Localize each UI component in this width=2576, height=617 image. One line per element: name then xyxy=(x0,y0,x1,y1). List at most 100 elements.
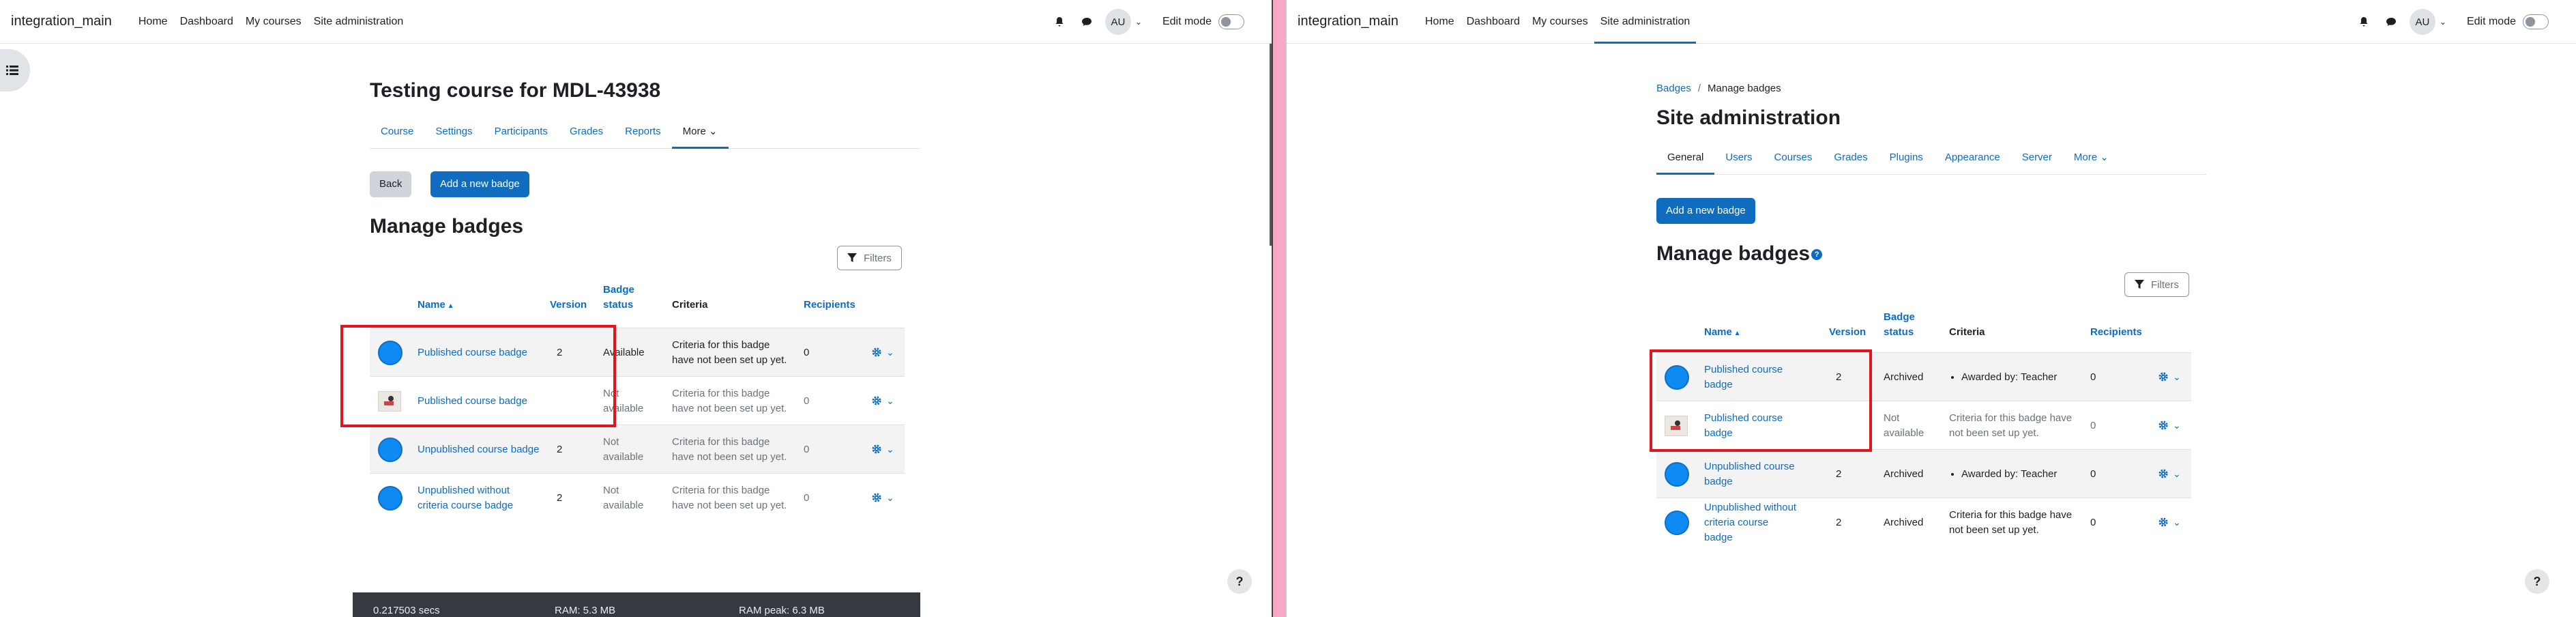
badge-recipients: 0 xyxy=(804,443,810,455)
badge-image xyxy=(378,485,402,511)
bell-icon[interactable] xyxy=(1051,13,1068,31)
column-status[interactable]: Badge status xyxy=(603,283,644,313)
badge-image xyxy=(1665,510,1689,535)
gear-icon xyxy=(872,493,881,502)
column-name[interactable]: Name ▲ xyxy=(1704,325,1741,341)
messages-icon[interactable] xyxy=(2382,13,2400,31)
back-button[interactable]: Back xyxy=(370,171,412,197)
column-version[interactable]: Version xyxy=(550,298,587,313)
nav-dashboard[interactable]: Dashboard xyxy=(174,0,239,44)
badge-recipients: 0 xyxy=(2090,516,2096,528)
add-badge-button[interactable]: Add a new badge xyxy=(430,171,529,197)
filters-button[interactable]: Filters xyxy=(2124,272,2189,297)
primary-nav: Home Dashboard My courses Site administr… xyxy=(132,0,409,44)
help-button[interactable]: ? xyxy=(2525,569,2549,594)
user-menu-area: AU ⌄ Edit mode xyxy=(1051,0,1244,44)
edit-mode: Edit mode xyxy=(1162,14,1244,29)
actions-menu[interactable]: ⌄ xyxy=(2158,420,2181,431)
help-button[interactable]: ? xyxy=(1227,569,1252,594)
column-recipients[interactable]: Recipients xyxy=(804,298,855,313)
actions-menu[interactable]: ⌄ xyxy=(871,395,894,407)
edit-mode-toggle[interactable] xyxy=(2523,14,2549,29)
nav-home[interactable]: Home xyxy=(1419,0,1461,44)
bell-icon[interactable] xyxy=(2355,13,2373,31)
badge-version: 2 xyxy=(557,491,563,504)
badge-criteria: Awarded by: Teacher xyxy=(1949,353,2079,401)
column-name[interactable]: Name ▲ xyxy=(418,298,454,314)
badge-name-link[interactable]: Unpublished course badge xyxy=(418,425,540,474)
nav-my-courses[interactable]: My courses xyxy=(1526,0,1594,44)
sort-asc-icon: ▲ xyxy=(445,302,454,310)
nav-site-administration[interactable]: Site administration xyxy=(308,0,410,44)
actions-menu[interactable]: ⌄ xyxy=(871,492,894,504)
tab-grades[interactable]: Grades xyxy=(559,115,614,148)
nav-dashboard[interactable]: Dashboard xyxy=(1461,0,1526,44)
tab-course[interactable]: Course xyxy=(370,115,424,148)
badge-name-link[interactable]: Unpublished without criteria course badg… xyxy=(418,474,540,522)
actions-menu[interactable]: ⌄ xyxy=(2158,517,2181,528)
site-brand[interactable]: integration_main xyxy=(1298,14,1399,29)
badge-status: Archived xyxy=(1884,371,1924,383)
tab-courses[interactable]: Courses xyxy=(1763,141,1824,174)
badge-status: Not available xyxy=(603,435,644,463)
badge-name-link[interactable]: Unpublished course badge xyxy=(1704,450,1800,498)
badge-version: 2 xyxy=(557,443,563,455)
filters-button[interactable]: Filters xyxy=(837,246,902,270)
chevron-down-icon: ⌄ xyxy=(886,491,894,503)
site-brand[interactable]: integration_main xyxy=(11,14,112,29)
tab-users[interactable]: Users xyxy=(1714,141,1763,174)
add-badge-button[interactable]: Add a new badge xyxy=(1656,198,1755,224)
nav-home[interactable]: Home xyxy=(132,0,174,44)
course-index-toggle[interactable] xyxy=(0,49,30,91)
tab-grades[interactable]: Grades xyxy=(1823,141,1878,174)
nav-my-courses[interactable]: My courses xyxy=(239,0,308,44)
column-recipients[interactable]: Recipients xyxy=(2090,325,2142,340)
tab-reports[interactable]: Reports xyxy=(614,115,672,148)
chevron-down-icon: ⌄ xyxy=(2173,516,2181,528)
tab-participants[interactable]: Participants xyxy=(484,115,559,148)
column-criteria: Criteria xyxy=(1949,325,1985,340)
tab-plugins[interactable]: Plugins xyxy=(1879,141,1934,174)
avatar[interactable]: AU xyxy=(2409,9,2435,35)
edit-mode-toggle[interactable] xyxy=(1218,14,1244,29)
left-pane: integration_main Home Dashboard My cours… xyxy=(0,0,1273,617)
breadcrumb-badges[interactable]: Badges xyxy=(1656,83,1691,94)
messages-icon[interactable] xyxy=(1078,13,1096,31)
chevron-down-icon: ⌄ xyxy=(886,346,894,358)
actions-menu[interactable]: ⌄ xyxy=(2158,468,2181,480)
actions-menu[interactable]: ⌄ xyxy=(871,444,894,455)
table-row: Unpublished course badge 2 Archived Awarded… xyxy=(1656,449,2191,498)
filters-label: Filters xyxy=(2151,278,2179,291)
avatar[interactable]: AU xyxy=(1104,9,1131,35)
actions-menu[interactable]: ⌄ xyxy=(871,347,894,358)
section-heading: Manage badges xyxy=(370,215,524,238)
badge-criteria: Awarded by: Teacher xyxy=(1949,450,2079,498)
badge-name-link[interactable]: Unpublished without criteria course badg… xyxy=(1704,498,1800,547)
chevron-down-icon[interactable]: ⌄ xyxy=(2440,17,2446,27)
tab-more[interactable]: More ⌄ xyxy=(671,115,729,149)
tab-server[interactable]: Server xyxy=(2011,141,2063,174)
navbar: integration_main Home Dashboard My cours… xyxy=(0,0,1272,44)
chevron-down-icon[interactable]: ⌄ xyxy=(1135,17,1142,27)
tab-general[interactable]: General xyxy=(1656,141,1715,175)
tab-settings[interactable]: Settings xyxy=(424,115,483,148)
actions-menu[interactable]: ⌄ xyxy=(2158,371,2181,383)
screenshot-canvas: integration_main Home Dashboard My cours… xyxy=(0,0,2576,617)
nav-site-administration[interactable]: Site administration xyxy=(1594,0,1697,44)
section-heading-text: Manage badges xyxy=(1656,242,1811,265)
tab-more[interactable]: More ⌄ xyxy=(2063,141,2120,174)
page-title: Site administration xyxy=(1656,106,1841,129)
badge-image xyxy=(378,437,402,462)
column-version[interactable]: Version xyxy=(1829,325,1866,340)
breadcrumb-current: Manage badges xyxy=(1708,83,1781,94)
column-status[interactable]: Badge status xyxy=(1884,310,1924,340)
edit-mode: Edit mode xyxy=(2467,14,2549,29)
gear-icon xyxy=(2158,372,2168,382)
help-info-icon[interactable]: ? xyxy=(1811,249,1823,261)
badge-status: Archived xyxy=(1884,516,1924,528)
badge-image xyxy=(1665,461,1689,487)
page-title: Testing course for MDL-43938 xyxy=(370,79,661,102)
breadcrumb: Badges / Manage badges xyxy=(1656,83,1781,94)
badge-criteria: Criteria for this badge have not been se… xyxy=(1949,412,2073,439)
tab-appearance[interactable]: Appearance xyxy=(1934,141,2011,174)
